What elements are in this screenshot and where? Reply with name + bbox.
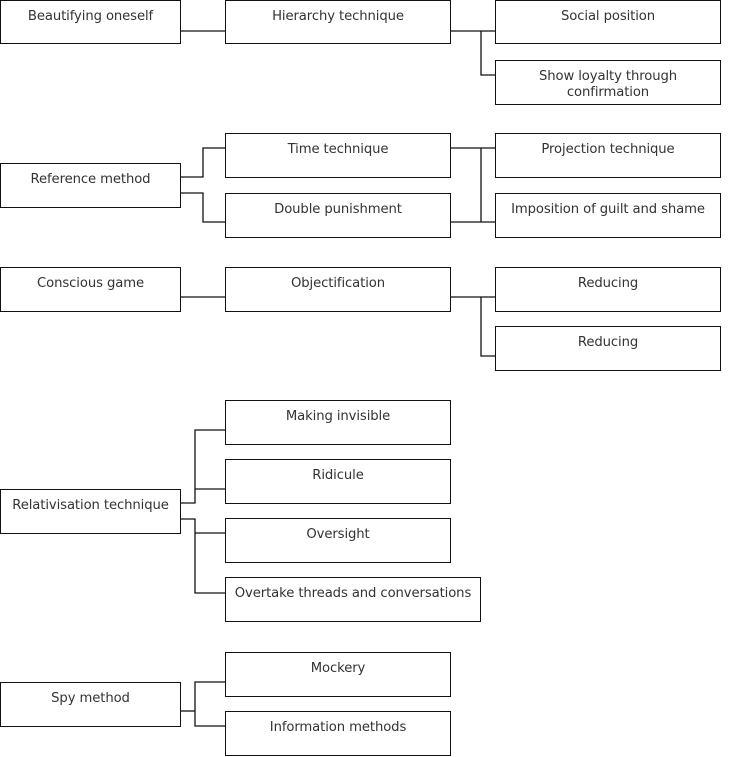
connector-lines [180, 30, 495, 727]
node-reducing-1: Reducing [495, 267, 721, 312]
connector-relativisation-upper [180, 429, 225, 504]
node-mockery: Mockery [225, 652, 451, 697]
node-time-technique: Time technique [225, 133, 451, 178]
connector-reference-double [180, 192, 225, 223]
connector-relativisation-lower [180, 518, 225, 594]
node-conscious-game: Conscious game [0, 267, 181, 312]
node-imposition-guilt-shame: Imposition of guilt and shame [495, 193, 721, 238]
node-making-invisible: Making invisible [225, 400, 451, 445]
connector-hierarchy-loyalty [480, 31, 495, 76]
node-spy-method: Spy method [0, 682, 181, 727]
node-oversight: Oversight [225, 518, 451, 563]
node-show-loyalty: Show loyalty through confirmation [495, 60, 721, 105]
node-relativisation-technique: Relativisation technique [0, 489, 181, 534]
node-projection-technique: Projection technique [495, 133, 721, 178]
node-ridicule: Ridicule [225, 459, 451, 504]
node-information-methods: Information methods [225, 711, 451, 756]
node-social-position: Social position [495, 0, 721, 44]
connector-objectification-reducing-2 [480, 297, 495, 357]
node-overtake-threads: Overtake threads and conversations [225, 577, 481, 622]
diagram-canvas: Beautifying oneself Hierarchy technique … [0, 0, 736, 757]
node-double-punishment: Double punishment [225, 193, 451, 238]
node-hierarchy-technique: Hierarchy technique [225, 0, 451, 44]
node-reducing-2: Reducing [495, 326, 721, 371]
node-beautifying-oneself: Beautifying oneself [0, 0, 181, 44]
connector-spy-children [194, 681, 225, 727]
node-objectification: Objectification [225, 267, 451, 312]
connector-reference-time [180, 147, 225, 178]
node-reference-method: Reference method [0, 163, 181, 208]
